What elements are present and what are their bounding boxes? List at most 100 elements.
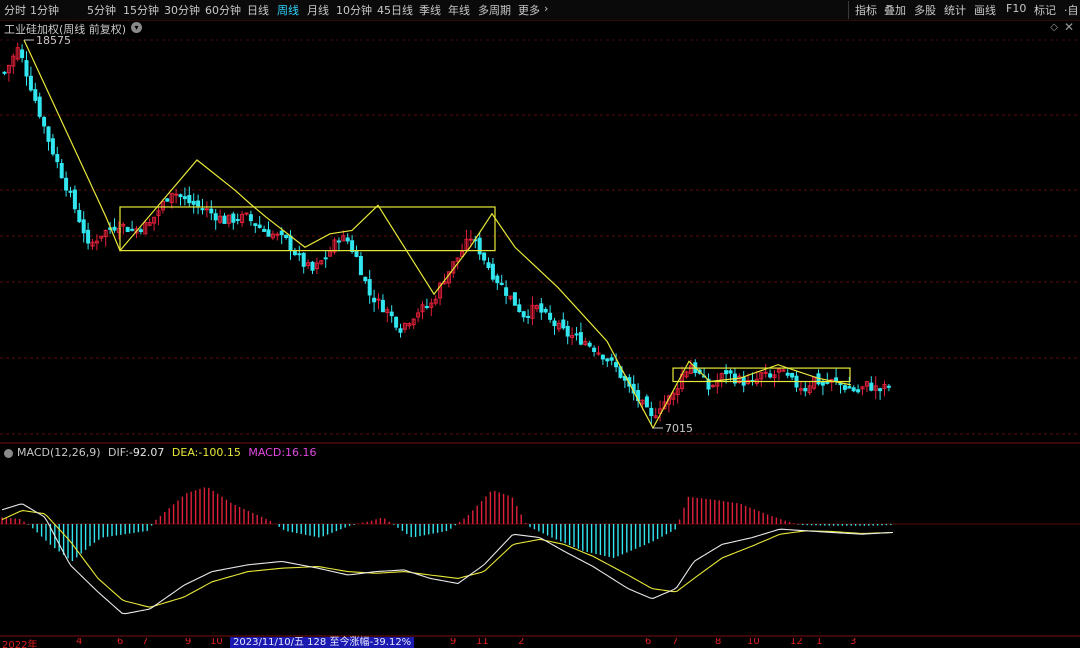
candle-body <box>292 250 297 256</box>
candle-body <box>112 226 117 231</box>
candle-body <box>165 198 170 202</box>
candle-body <box>301 252 306 267</box>
candle-body <box>504 287 509 296</box>
date-label: 2022年 <box>2 640 38 648</box>
candle-body <box>825 381 830 384</box>
candle-body <box>28 75 33 91</box>
candle-body <box>209 208 214 214</box>
dif-value: -92.07 <box>128 446 165 459</box>
candle-body <box>790 373 795 378</box>
dea-line <box>1 509 894 608</box>
candle-body <box>42 116 47 127</box>
candle-body <box>33 89 38 101</box>
macd-label: MACD: <box>248 446 286 459</box>
candle-body <box>125 226 130 233</box>
candle-body <box>578 332 583 345</box>
dea-value: -100.15 <box>198 446 241 459</box>
candle-body <box>609 357 614 361</box>
candle-body <box>587 342 592 347</box>
candle-body <box>275 233 280 236</box>
candle-body <box>710 385 715 388</box>
candle-body <box>310 261 315 271</box>
candle-body <box>521 311 526 318</box>
candle-body <box>68 190 73 193</box>
candle-body <box>345 237 350 242</box>
candle-body <box>644 396 649 408</box>
candle-body <box>600 354 605 360</box>
candle-body <box>367 279 372 296</box>
candle-body <box>614 362 619 368</box>
candle-body <box>350 240 355 253</box>
price-chart[interactable]: 18575 7015 <box>0 0 1080 648</box>
zigzag-line <box>23 39 852 430</box>
range-info-box: 2023/11/10/五 128 至今涨幅-39.12% <box>230 637 415 648</box>
candle-body <box>468 238 473 241</box>
candle-body <box>196 200 201 207</box>
candle-body <box>552 320 557 327</box>
low-price-label: 7015 <box>665 422 693 435</box>
candle-body <box>539 303 544 313</box>
candle-body <box>565 325 570 337</box>
candle-body <box>231 213 236 223</box>
candle-body <box>213 213 218 221</box>
candle-body <box>266 229 271 237</box>
candle-body <box>77 209 82 223</box>
date-label: 11 <box>476 638 489 647</box>
macd-value: 16.16 <box>285 446 317 459</box>
candle-body <box>59 162 64 179</box>
candle-body <box>2 71 7 74</box>
candle-body <box>288 235 293 251</box>
candle-body <box>257 224 262 229</box>
candle-body <box>262 228 267 232</box>
candle-body <box>244 212 249 215</box>
candle-body <box>574 333 579 336</box>
candle-body <box>724 370 729 375</box>
date-label: 7 <box>142 638 149 647</box>
candle-body <box>253 223 258 226</box>
candle-body <box>81 219 86 234</box>
candle-body <box>187 195 192 204</box>
dif-label: DIF: <box>108 446 129 459</box>
candle-body <box>424 306 429 309</box>
candle-body <box>380 299 385 313</box>
date-label: 1 <box>816 638 823 647</box>
candle-body <box>204 208 209 211</box>
candle-body <box>785 372 790 376</box>
candle-body <box>297 253 302 256</box>
candle-body <box>389 311 394 317</box>
candle-body <box>499 282 504 286</box>
high-price-label: 18575 <box>36 34 71 47</box>
candle-body <box>284 234 289 238</box>
candle-body <box>174 193 179 196</box>
candle-body <box>605 358 610 362</box>
date-label: 6 <box>645 638 652 647</box>
candle-body <box>354 249 359 257</box>
date-label: 9 <box>450 638 457 647</box>
candle-body <box>842 385 847 390</box>
candle-body <box>398 328 403 333</box>
candle-body <box>486 262 491 268</box>
candle-body <box>561 319 566 329</box>
candle-body <box>86 229 91 244</box>
candle-body <box>130 228 135 231</box>
candle-body <box>323 257 328 260</box>
candle-body <box>279 230 284 236</box>
candle-body <box>517 304 522 313</box>
candle-body <box>477 237 482 255</box>
candle-body <box>592 347 597 352</box>
date-label: 7 <box>672 638 679 647</box>
candle-body <box>336 240 341 243</box>
candle-body <box>64 177 69 191</box>
candle-body <box>394 316 399 328</box>
candle-body <box>847 386 852 389</box>
candle-body <box>363 276 368 282</box>
date-label: 2 <box>518 638 525 647</box>
macd-name: MACD(12,26,9) <box>17 446 101 459</box>
date-label: 10 <box>210 638 223 647</box>
candle-body <box>182 196 187 200</box>
macd-dropdown-icon[interactable] <box>4 448 13 458</box>
candle-body <box>495 275 500 284</box>
candle-body <box>820 381 825 386</box>
candle-body <box>24 60 29 77</box>
candle-body <box>138 229 143 233</box>
